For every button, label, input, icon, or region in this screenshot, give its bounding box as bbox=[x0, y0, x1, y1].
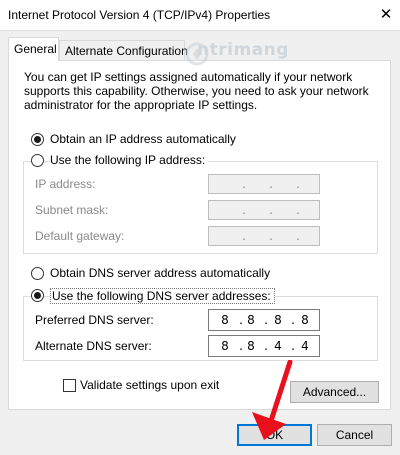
title-bar: Internet Protocol Version 4 (TCP/IPv4) P… bbox=[0, 0, 400, 30]
preferred-dns-label: Preferred DNS server: bbox=[35, 313, 154, 327]
use-following-dns-label[interactable]: Use the following DNS server addresses: bbox=[50, 288, 275, 304]
ok-button[interactable]: OK bbox=[237, 424, 312, 446]
obtain-ip-auto-radio[interactable] bbox=[31, 133, 44, 146]
tab-alternate-configuration[interactable]: Alternate Configuration bbox=[59, 40, 188, 62]
ip-address-label: IP address: bbox=[35, 177, 96, 191]
cancel-button[interactable]: Cancel bbox=[317, 424, 392, 446]
subnet-mask-label: Subnet mask: bbox=[35, 203, 109, 217]
close-icon[interactable]: ✕ bbox=[378, 5, 394, 23]
window-title: Internet Protocol Version 4 (TCP/IPv4) P… bbox=[8, 8, 271, 22]
default-gateway-input[interactable]: . . . bbox=[208, 226, 320, 246]
validate-settings-label[interactable]: Validate settings upon exit bbox=[80, 378, 219, 392]
advanced-button[interactable]: Advanced... bbox=[290, 381, 379, 403]
description-text: You can get IP settings assigned automat… bbox=[24, 70, 369, 112]
preferred-dns-input[interactable]: 8 . 8 . 8 . 8 bbox=[208, 309, 320, 331]
ip-address-input[interactable]: . . . bbox=[208, 174, 320, 194]
validate-settings-checkbox[interactable] bbox=[63, 379, 76, 392]
obtain-ip-auto-label[interactable]: Obtain an IP address automatically bbox=[50, 132, 236, 146]
use-following-dns-radio[interactable] bbox=[31, 289, 44, 302]
subnet-mask-input[interactable]: . . . bbox=[208, 200, 320, 220]
alternate-dns-input[interactable]: 8 . 8 . 4 . 4 bbox=[208, 335, 320, 357]
watermark-text: ntrimang bbox=[197, 40, 289, 60]
tab-general[interactable]: General bbox=[8, 37, 59, 61]
obtain-dns-auto-label[interactable]: Obtain DNS server address automatically bbox=[50, 266, 270, 280]
alternate-dns-label: Alternate DNS server: bbox=[35, 339, 152, 353]
use-following-ip-label[interactable]: Use the following IP address: bbox=[50, 153, 209, 167]
obtain-dns-auto-radio[interactable] bbox=[31, 267, 44, 280]
default-gateway-label: Default gateway: bbox=[35, 229, 125, 243]
use-following-ip-radio[interactable] bbox=[31, 154, 44, 167]
